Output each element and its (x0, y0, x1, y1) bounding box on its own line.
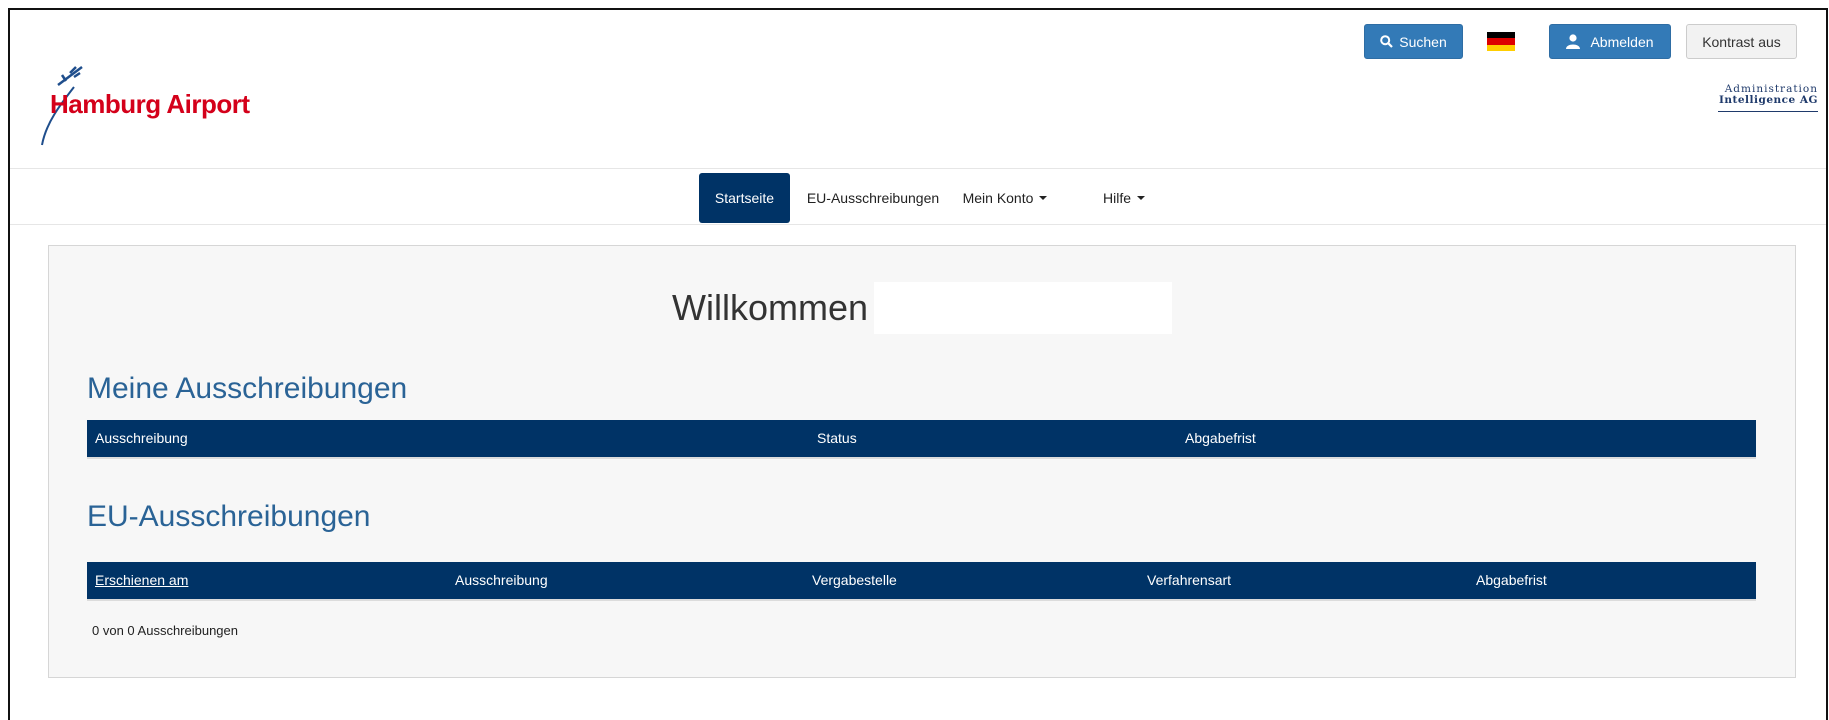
nav-label: EU-Ausschreibungen (806, 190, 940, 206)
logout-button[interactable]: Abmelden (1549, 24, 1671, 59)
search-button-label: Suchen (1399, 33, 1447, 50)
eu-tenders-title: EU-Ausschreibungen (87, 500, 371, 533)
column-header-status: Status (817, 430, 857, 446)
main-navbar: Startseite EU-Ausschreibungen Mein Konto… (10, 168, 1826, 225)
search-button[interactable]: Suchen (1364, 24, 1463, 59)
column-header-verfahrensart: Verfahrensart (1147, 572, 1232, 588)
hamburg-airport-logo[interactable]: Hamburg Airport (30, 65, 250, 151)
user-icon (1566, 34, 1581, 49)
column-header-ausschreibung: Ausschreibung (455, 572, 548, 588)
german-flag-icon[interactable] (1487, 32, 1515, 51)
partner-logo-underline (1718, 111, 1818, 114)
logo-text: Hamburg Airport (50, 89, 250, 119)
column-header-abgabefrist: Abgabefrist (1476, 572, 1547, 588)
welcome-heading: Willkommen (49, 282, 1795, 334)
column-header-abgabefrist: Abgabefrist (1185, 430, 1256, 446)
nav-item-mein-konto[interactable]: Mein Konto (956, 173, 1054, 223)
partner-logo-line2: Intelligence AG (1718, 94, 1818, 106)
nav-item-eu-ausschreibungen[interactable]: EU-Ausschreibungen (802, 173, 944, 223)
column-header-vergabestelle: Vergabestelle (812, 572, 897, 588)
redacted-username-box (874, 282, 1172, 334)
nav-item-hilfe[interactable]: Hilfe (1096, 173, 1152, 223)
column-header-erschienen-am[interactable]: Erschienen am (95, 572, 188, 588)
column-header-ausschreibung: Ausschreibung (95, 430, 188, 446)
eu-tenders-table-header: Erschienen am Ausschreibung Vergabestell… (87, 562, 1756, 601)
my-tenders-title: Meine Ausschreibungen (87, 372, 408, 405)
my-tenders-table-header: Ausschreibung Status Abgabefrist (87, 420, 1756, 459)
administration-intelligence-logo: Administration Intelligence AG (1718, 84, 1818, 118)
main-panel: Willkommen Meine Ausschreibungen Ausschr… (48, 245, 1796, 678)
nav-label: Hilfe (1102, 190, 1131, 206)
tender-count-text: 0 von 0 Ausschreibungen (92, 623, 238, 638)
contrast-toggle-button[interactable]: Kontrast aus (1686, 24, 1797, 59)
contrast-button-label: Kontrast aus (1702, 33, 1781, 50)
welcome-text: Willkommen (671, 287, 868, 328)
caret-down-icon (1039, 196, 1048, 200)
nav-label: Startseite (714, 190, 775, 206)
logout-button-label: Abmelden (1590, 33, 1654, 50)
nav-label: Mein Konto (962, 190, 1034, 206)
caret-down-icon (1137, 196, 1145, 200)
search-icon (1380, 35, 1394, 48)
nav-item-startseite[interactable]: Startseite (699, 173, 790, 223)
